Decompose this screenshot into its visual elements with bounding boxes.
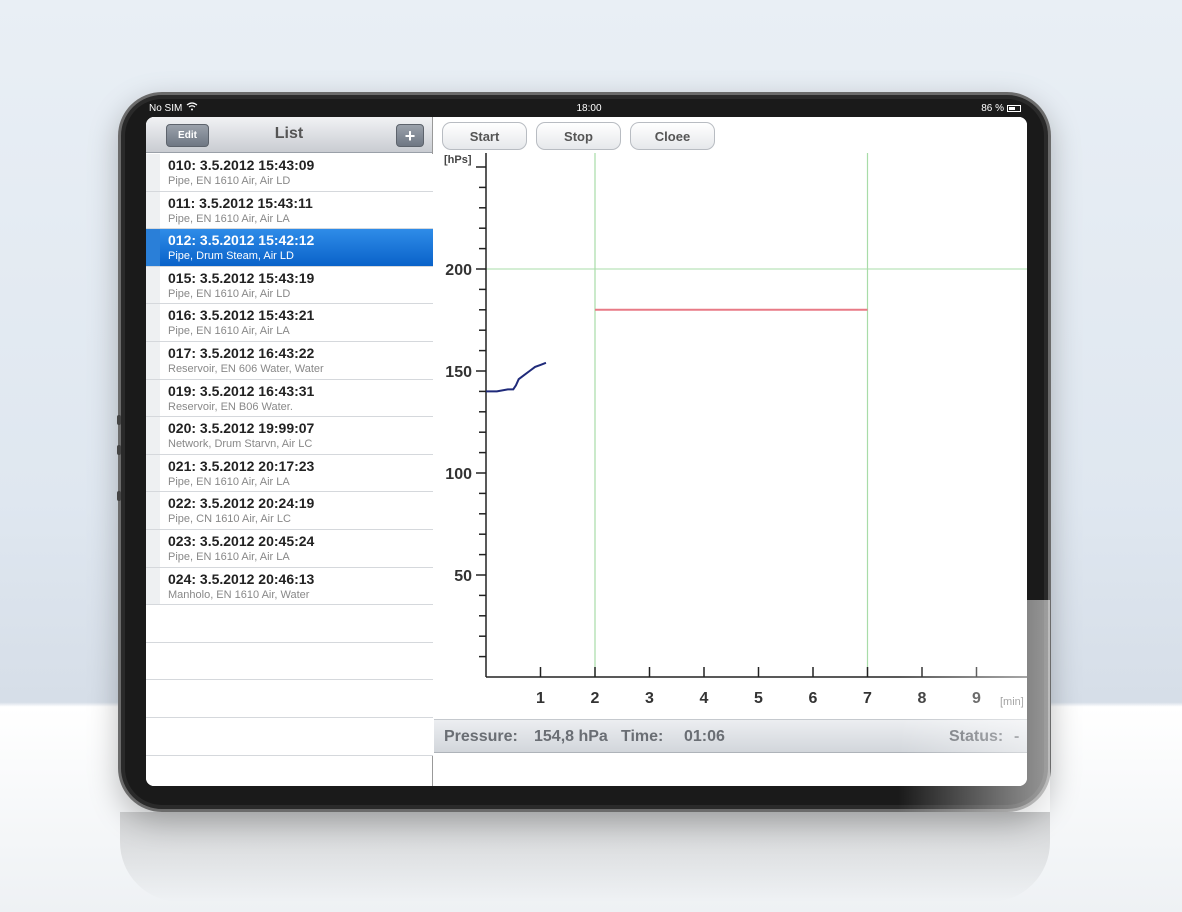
pressure-label: Pressure: — [444, 728, 518, 745]
clock: 18:00 — [576, 102, 602, 114]
info-bar: Pressure: 154,8 hPa Time: 01:06 Status: … — [434, 719, 1027, 753]
list-item-subtitle: Pipe, EN 1610 Air, Air LA — [168, 325, 290, 338]
status-bar: No SIM 18:00 86 % — [149, 99, 1029, 117]
empty-list-row — [146, 642, 433, 681]
list-item-title: 017: 3.5.2012 16:43:22 — [168, 344, 315, 361]
y-tick-label: 50 — [454, 568, 472, 585]
x-axis-label: [min] — [1000, 696, 1024, 708]
time-value: 01:06 — [684, 728, 725, 745]
list-item[interactable]: 017: 3.5.2012 16:43:22 Reservoir, EN 606 … — [146, 341, 433, 380]
status-label: Status: — [949, 728, 1004, 745]
side-button — [117, 415, 121, 425]
add-button[interactable]: + — [396, 124, 424, 147]
list-item-title: 024: 3.5.2012 20:46:13 — [168, 570, 315, 587]
status-value: - — [1014, 728, 1020, 745]
battery-icon — [1007, 104, 1021, 112]
start-button[interactable]: Start — [442, 122, 527, 150]
y-tick-label: 100 — [445, 466, 472, 483]
list-item[interactable]: 019: 3.5.2012 16:43:31 Reservoir, EN B06 … — [146, 379, 433, 418]
time-label: Time: — [621, 728, 664, 745]
empty-list-row — [146, 717, 433, 756]
list-item-title: 011: 3.5.2012 15:43:11 — [168, 194, 313, 211]
pressure-chart: 50 100 150 200 1 2 3 4 5 6 7 8 9 [hPs] [min] — [444, 153, 1027, 708]
list-item-subtitle: Reservoir, EN 606 Water, Water — [168, 362, 324, 375]
x-tick-label: 4 — [700, 690, 709, 707]
y-tick-label: 200 — [445, 262, 472, 279]
list-item-title: 022: 3.5.2012 20:24:19 — [168, 495, 315, 512]
list-item[interactable]: 015: 3.5.2012 15:43:19 Pipe, EN 1610 Air,… — [146, 266, 433, 305]
list-item-title: 012: 3.5.2012 15:42:12 — [168, 232, 315, 249]
empty-list-row — [146, 605, 433, 643]
list-item-title: 015: 3.5.2012 15:43:19 — [168, 269, 315, 286]
list-item-subtitle: Pipe, EN 1610 Air, Air LA — [168, 475, 290, 488]
toolbar: Start Stop Cloee — [434, 117, 1027, 153]
list-panel: Edit List + 010: 3.5.2012 15:43:09 Pipe, … — [146, 117, 433, 786]
y-axis-label: [hPs] — [444, 154, 472, 166]
list-item-title: 016: 3.5.2012 15:43:21 — [168, 307, 315, 324]
list-item[interactable]: 012: 3.5.2012 15:42:12 Pipe, Drum Steam, … — [146, 229, 433, 267]
list-item-subtitle: Pipe, Drum Steam, Air LD — [168, 250, 294, 263]
list-item-subtitle: Pipe, EN 1610 Air, Air LD — [168, 287, 291, 300]
x-tick-label: 3 — [645, 690, 654, 707]
list-item[interactable]: 016: 3.5.2012 15:43:21 Pipe, EN 1610 Air,… — [146, 304, 433, 342]
tablet-device: No SIM 18:00 86 % Edit List + 010: 3.5.2… — [117, 92, 1051, 812]
list-item[interactable]: 011: 3.5.2012 15:43:11 Pipe, EN 1610 Air,… — [146, 191, 433, 230]
device-reflection — [120, 812, 1050, 902]
x-tick-label: 2 — [591, 690, 600, 707]
list-item[interactable]: 020: 3.5.2012 19:99:07 Network, Drum Star… — [146, 417, 433, 455]
list-item-subtitle: Network, Drum Starvn, Air LC — [168, 438, 313, 451]
list-item-subtitle: Reservoir, EN B06 Water. — [168, 400, 293, 413]
x-tick-label: 8 — [918, 690, 927, 707]
list-item-subtitle: Pipe, EN 1610 Air, Air LD — [168, 175, 291, 187]
list-item-subtitle: Pipe, EN 1610 Air, Air LA — [168, 212, 290, 225]
list-item-title: 021: 3.5.2012 20:17:23 — [168, 457, 315, 474]
list-item-title: 020: 3.5.2012 19:99:07 — [168, 420, 315, 437]
stop-button[interactable]: Stop — [536, 122, 621, 150]
list-item[interactable]: 010: 3.5.2012 15:43:09 Pipe, EN 1610 Air,… — [146, 154, 433, 192]
x-tick-label: 1 — [536, 690, 545, 707]
pressure-series-line — [486, 361, 547, 393]
list-item[interactable]: 022: 3.5.2012 20:24:19 Pipe, CN 1610 Air,… — [146, 492, 433, 530]
list-title: List — [274, 125, 304, 142]
detail-panel: Start Stop Cloee 50 100 150 200 1 2 3 4 5 6 7 8 9 [hP… — [434, 117, 1027, 786]
close-button[interactable]: Cloee — [630, 122, 715, 150]
x-tick-label: 9 — [972, 690, 981, 707]
battery-percent: 86 % — [981, 102, 1004, 114]
side-button — [117, 445, 121, 455]
empty-list-row — [146, 680, 433, 718]
list-item[interactable]: 021: 3.5.2012 20:17:23 Pipe, EN 1610 Air,… — [146, 454, 433, 493]
list-item-title: 019: 3.5.2012 16:43:31 — [168, 382, 315, 399]
app-screen: Edit List + 010: 3.5.2012 15:43:09 Pipe, … — [146, 117, 1027, 786]
y-tick-label: 150 — [445, 364, 472, 381]
list-item-title: 023: 3.5.2012 20:45:24 — [168, 532, 315, 549]
list-item-subtitle: Pipe, EN 1610 Air, Air LA — [168, 550, 290, 563]
list-item[interactable]: 023: 3.5.2012 20:45:24 Pipe, EN 1610 Air,… — [146, 529, 433, 568]
list-item-subtitle: Pipe, CN 1610 Air, Air LC — [168, 513, 291, 526]
side-button — [117, 491, 121, 501]
list-item-title: 010: 3.5.2012 15:43:09 — [168, 157, 315, 173]
list-nav-bar: Edit List + — [146, 117, 432, 153]
x-tick-label: 6 — [809, 690, 818, 707]
list-item[interactable]: 024: 3.5.2012 20:46:13 Manholo, EN 1610 A… — [146, 567, 433, 606]
pressure-value: 154,8 hPa — [534, 728, 608, 745]
x-tick-label: 7 — [863, 690, 872, 707]
x-tick-label: 5 — [754, 690, 763, 707]
measurement-list: 010: 3.5.2012 15:43:09 Pipe, EN 1610 Air,… — [146, 154, 433, 756]
list-item-subtitle: Manholo, EN 1610 Air, Water — [168, 588, 310, 601]
